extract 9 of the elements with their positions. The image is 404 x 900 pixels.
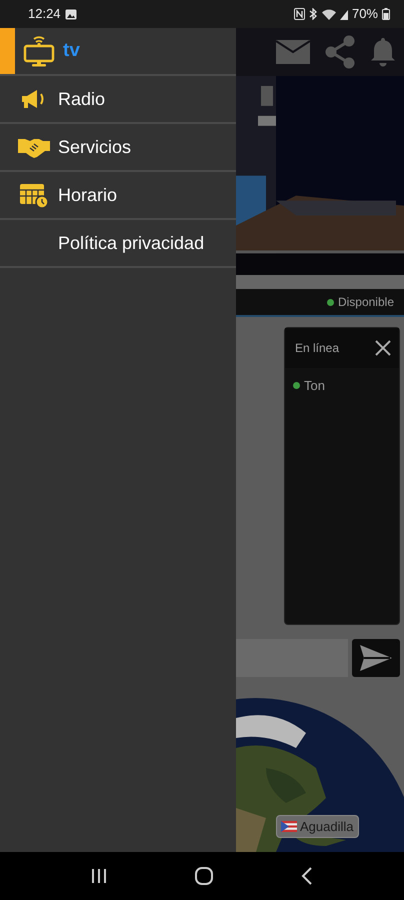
user-name[interactable]: Ton	[304, 376, 325, 396]
battery-percent: 70%	[352, 5, 378, 24]
drawer-item[interactable]: Horario	[0, 172, 236, 220]
app-title: tv	[63, 38, 80, 63]
location-name: Aguadilla	[300, 818, 354, 836]
status-label: Disponible	[338, 294, 394, 312]
drawer-item[interactable]: Servicios	[0, 124, 236, 172]
clock-time: 12:24	[28, 5, 61, 24]
panel-title: En línea	[295, 340, 340, 358]
